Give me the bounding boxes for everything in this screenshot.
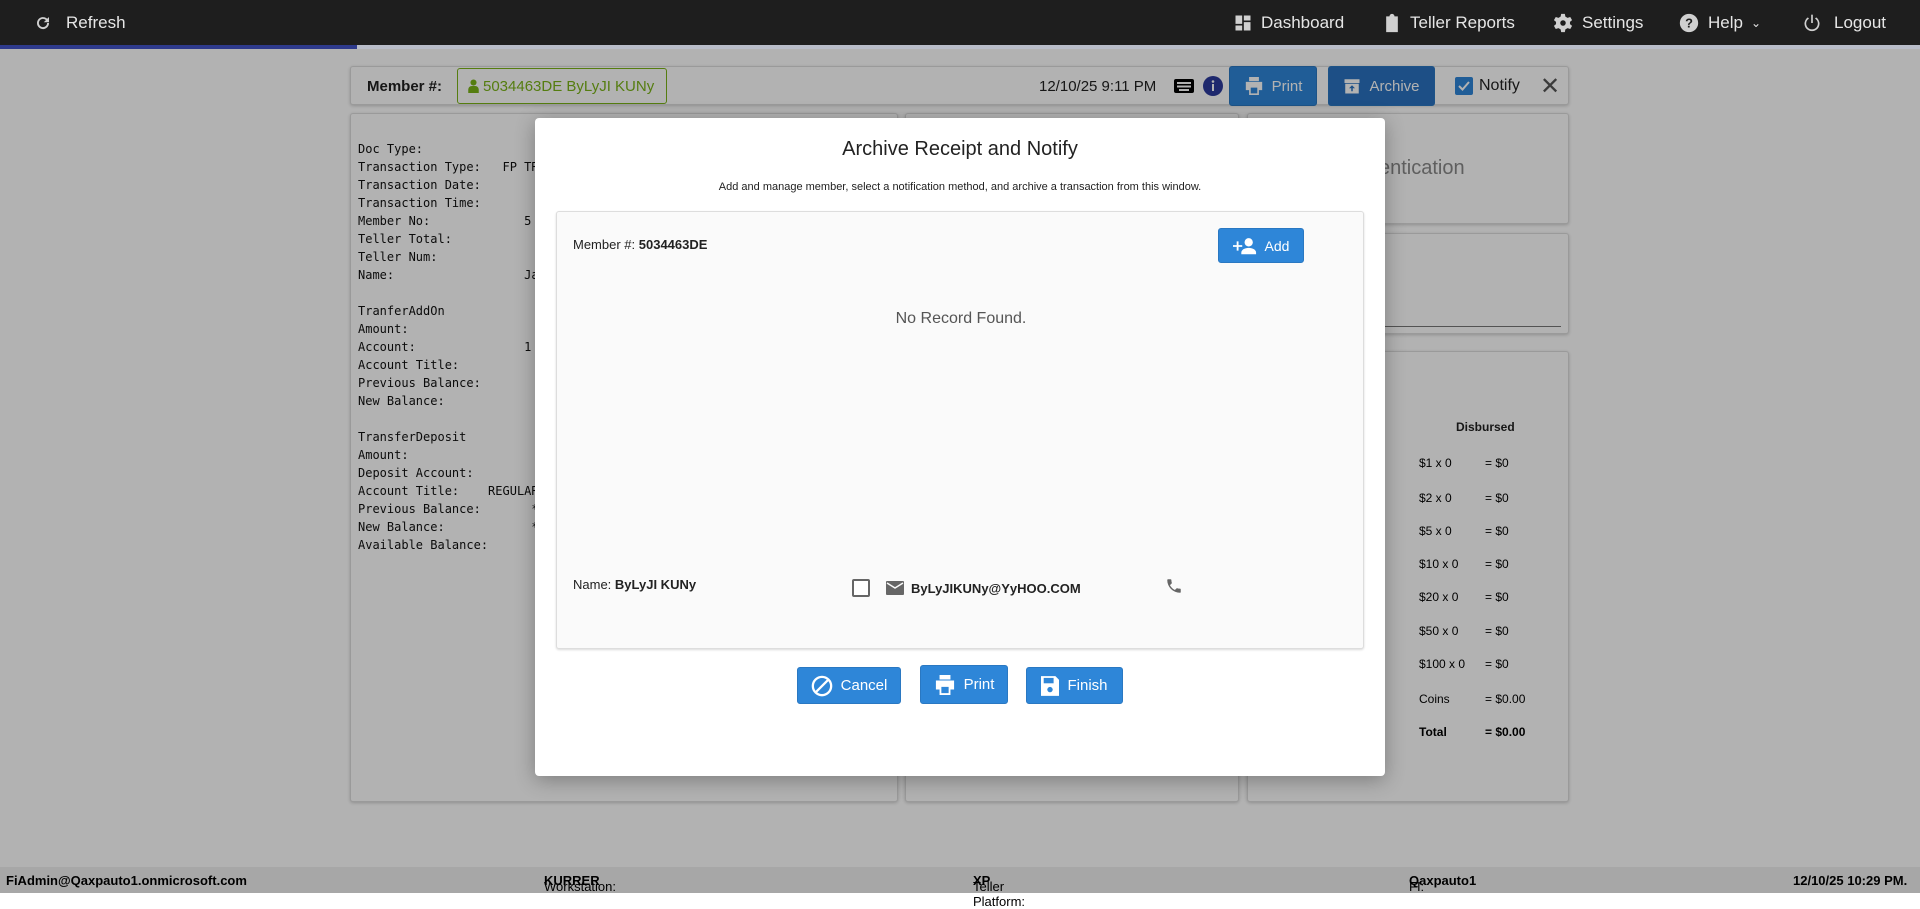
email-checkbox[interactable] — [852, 579, 870, 597]
help-icon: ? — [1679, 13, 1699, 32]
member-card: Member #: 5034463DE Add No Record Found.… — [556, 211, 1364, 649]
modal-title: Archive Receipt and Notify — [842, 138, 1078, 160]
clipboard-icon — [1386, 13, 1398, 32]
archive-notify-modal: Archive Receipt and Notify Add and manag… — [535, 118, 1385, 776]
modal-name-value: ByLyJI KUNy — [614, 577, 697, 592]
refresh-label: Refresh — [66, 12, 126, 32]
ban-icon — [811, 675, 832, 696]
print-label: Print — [963, 676, 995, 693]
dashboard-icon — [1235, 15, 1251, 30]
modal-name-label: Name: — [573, 577, 612, 592]
teller-reports-label: Teller Reports — [1410, 12, 1515, 32]
printer-icon — [935, 674, 954, 695]
top-nav-bar: Refresh Dashboard Teller Reports Setting… — [0, 0, 1920, 45]
dashboard-link[interactable]: Dashboard — [1233, 0, 1344, 45]
help-label: Help — [1708, 12, 1743, 32]
gear-icon — [1553, 13, 1573, 32]
add-user-icon — [1232, 237, 1256, 254]
cancel-button[interactable]: Cancel — [797, 667, 901, 704]
email-icon — [886, 581, 904, 595]
refresh-icon — [37, 16, 50, 29]
print-button[interactable]: Print — [920, 665, 1008, 704]
phone-icon[interactable] — [1165, 577, 1183, 595]
email-address: ByLyJIKUNy@YyHOO.COM — [911, 581, 1081, 596]
chevron-down-icon: ⌄ — [1750, 15, 1762, 30]
progress-fill — [0, 45, 358, 49]
save-icon — [1041, 675, 1060, 696]
refresh-button[interactable]: Refresh — [34, 0, 126, 45]
no-record-text: No Record Found. — [895, 310, 1027, 327]
logout-label: Logout — [1834, 12, 1886, 32]
dashboard-label: Dashboard — [1261, 12, 1345, 32]
settings-link[interactable]: Settings — [1552, 0, 1643, 45]
modal-member-label: Member #: — [573, 237, 636, 252]
add-label: Add — [1264, 237, 1290, 254]
power-icon — [1804, 14, 1820, 31]
svg-text:?: ? — [1685, 15, 1693, 30]
settings-label: Settings — [1582, 12, 1644, 32]
teller-reports-link[interactable]: Teller Reports — [1382, 0, 1515, 45]
logout-link[interactable]: Logout — [1802, 0, 1886, 45]
modal-member-value: 5034463DE — [638, 237, 708, 252]
modal-subtitle: Add and manage member, select a notifica… — [718, 181, 1202, 193]
help-menu[interactable]: ? Help ⌄ — [1678, 0, 1761, 45]
finish-label: Finish — [1067, 677, 1108, 694]
progress-bar — [0, 45, 1920, 49]
cancel-label: Cancel — [840, 677, 888, 694]
finish-button[interactable]: Finish — [1026, 667, 1123, 704]
add-member-button[interactable]: Add — [1218, 228, 1304, 263]
